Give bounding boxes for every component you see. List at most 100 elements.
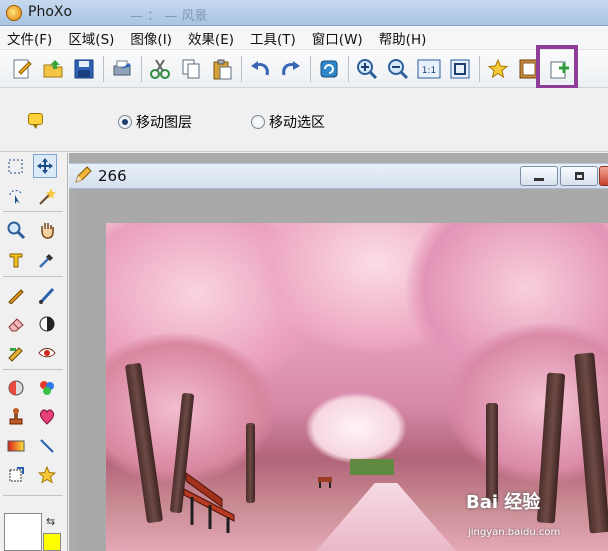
- color-replace-icon: [40, 381, 54, 395]
- toolbar-separator: [103, 55, 104, 82]
- maximize-button[interactable]: [560, 166, 598, 186]
- clone-icon: [8, 347, 23, 362]
- actual-size-label: 1:1: [422, 66, 436, 76]
- new-icon: [13, 59, 32, 78]
- refresh-button[interactable]: [315, 55, 343, 83]
- actual-size-button[interactable]: 1:1: [415, 55, 443, 83]
- save-button[interactable]: [70, 55, 98, 83]
- zoom-icon: [7, 221, 25, 239]
- contrast-tool[interactable]: [35, 312, 59, 336]
- distant-hedge: [350, 459, 394, 475]
- move-tool[interactable]: [33, 154, 57, 178]
- watermark-url: jingyan.baidu.com: [468, 527, 561, 538]
- redo-button[interactable]: [277, 55, 305, 83]
- tool-divider: [3, 369, 63, 370]
- redo-icon: [282, 60, 300, 75]
- tool-divider: [3, 276, 63, 277]
- stamp-tool[interactable]: [4, 405, 28, 429]
- close-button[interactable]: [599, 166, 608, 186]
- radio-selected-icon: [118, 115, 132, 129]
- text-tool[interactable]: [4, 248, 28, 272]
- favorite-icon: [487, 58, 509, 78]
- line-icon: [40, 439, 54, 453]
- park-bench: [318, 477, 332, 488]
- pen-tool[interactable]: [4, 283, 28, 307]
- app-title: PhoXo: [28, 4, 73, 20]
- heart-shape-icon: [39, 409, 55, 425]
- color-replace-tool[interactable]: [35, 376, 59, 400]
- menu-effect[interactable]: 效果(E): [188, 28, 234, 48]
- brush-tool[interactable]: [35, 283, 59, 307]
- menu-region[interactable]: 区域(S): [68, 28, 114, 48]
- brush-icon: [39, 287, 55, 304]
- move-layer-label: 移动图层: [136, 115, 192, 131]
- menu-file[interactable]: 文件(F): [7, 28, 52, 48]
- cut-icon: [150, 58, 170, 79]
- background-color-swatch[interactable]: [43, 533, 61, 551]
- red-eye-tool[interactable]: [35, 341, 59, 365]
- cut-button[interactable]: [146, 55, 174, 83]
- text-icon: [9, 253, 23, 268]
- eyedropper-icon: [39, 254, 53, 268]
- open-button[interactable]: [39, 55, 67, 83]
- magic-wand-tool[interactable]: [35, 184, 59, 208]
- bright-clearing: [306, 393, 406, 463]
- menu-help[interactable]: 帮助(H): [379, 28, 427, 48]
- walkway: [316, 483, 456, 551]
- watermark: Bai 经验: [466, 492, 541, 513]
- clone-tool[interactable]: [4, 341, 28, 365]
- hand-tool[interactable]: [35, 218, 59, 242]
- lasso-tool[interactable]: [4, 184, 28, 208]
- heart-shape-tool[interactable]: [35, 405, 59, 429]
- undo-icon: [251, 60, 269, 75]
- dodge-icon: [8, 380, 24, 396]
- move-selection-label: 移动选区: [269, 115, 325, 131]
- toolbar-separator: [310, 55, 311, 82]
- copy-icon: [182, 59, 200, 78]
- new-button[interactable]: [8, 55, 36, 83]
- star-tool[interactable]: [35, 463, 59, 487]
- eraser-icon: [8, 318, 24, 332]
- rect-select-tool[interactable]: [4, 155, 28, 179]
- undo-button[interactable]: [246, 55, 274, 83]
- copy-button[interactable]: [177, 55, 205, 83]
- foreground-color-swatch[interactable]: [4, 513, 42, 551]
- actual-size-icon: 1:1: [417, 59, 441, 78]
- gradient-tool[interactable]: [4, 434, 28, 458]
- gradient-icon: [7, 440, 25, 452]
- toolbar-separator: [141, 55, 142, 82]
- toolbar-separator: [348, 55, 349, 82]
- menu-window[interactable]: 窗口(W): [312, 28, 363, 48]
- refresh-icon: [320, 60, 338, 77]
- radio-unselected-icon: [251, 115, 265, 129]
- title-bar: [0, 0, 608, 26]
- fit-window-button[interactable]: [446, 55, 474, 83]
- add-layer-button[interactable]: [546, 55, 574, 83]
- transform-tool[interactable]: [4, 463, 28, 487]
- eraser-tool[interactable]: [4, 312, 28, 336]
- title-extra: — ： — 风景: [130, 9, 208, 24]
- favorite-button[interactable]: [484, 55, 512, 83]
- move-layer-radio[interactable]: 移动图层: [118, 112, 192, 132]
- move-selection-radio[interactable]: 移动选区: [251, 112, 325, 132]
- contrast-icon: [39, 316, 55, 332]
- swap-colors-icon[interactable]: ⇆: [46, 515, 55, 528]
- menu-image[interactable]: 图像(I): [130, 28, 172, 48]
- hand-icon: [41, 223, 54, 239]
- eyedropper-tool[interactable]: [35, 248, 59, 272]
- menu-tools[interactable]: 工具(T): [250, 28, 296, 48]
- zoom-in-button[interactable]: [353, 55, 381, 83]
- print-icon: [113, 60, 131, 75]
- line-tool[interactable]: [35, 434, 59, 458]
- zoom-out-button[interactable]: [384, 55, 412, 83]
- tool-divider: [3, 211, 63, 212]
- tool-divider: [3, 495, 63, 496]
- frame-button[interactable]: [515, 55, 543, 83]
- pencil-icon: [75, 166, 92, 183]
- tree-trunk: [246, 423, 255, 503]
- zoom-tool[interactable]: [4, 218, 28, 242]
- dodge-tool[interactable]: [4, 376, 28, 400]
- print-button[interactable]: [108, 55, 136, 83]
- paste-button[interactable]: [208, 55, 236, 83]
- minimize-button[interactable]: [520, 166, 558, 186]
